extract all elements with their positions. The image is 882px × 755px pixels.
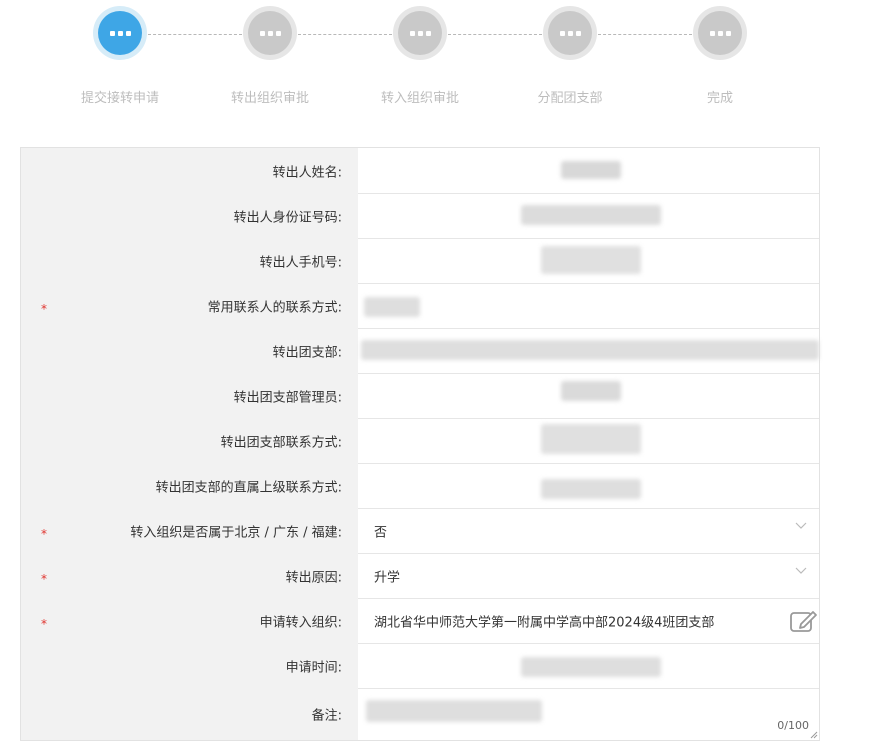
dots-icon xyxy=(709,30,731,36)
step-4-indicator xyxy=(543,6,597,60)
select-value: 否 xyxy=(374,525,388,540)
step-connector xyxy=(598,34,692,35)
field-label: 转出人手机号: xyxy=(259,255,342,270)
step-4-label: 分配团支部 xyxy=(537,91,603,106)
step-5-label: 完成 xyxy=(706,91,733,106)
form-row-branch: 转出团支部: xyxy=(21,328,819,374)
redacted-value xyxy=(361,340,819,360)
field-label: 申请时间: xyxy=(285,660,342,675)
dots-icon xyxy=(109,30,131,36)
target-org-value: 湖北省华中师范大学第一附属中学高中部2024级4班团支部 xyxy=(374,615,715,630)
field-label: 转出团支部的直属上级联系方式: xyxy=(155,480,342,495)
form-row-remark: 备注: 0/100 xyxy=(21,688,819,740)
step-connector xyxy=(298,34,392,35)
dots-icon xyxy=(259,30,281,36)
form-row-branch-contact: 转出团支部联系方式: xyxy=(21,418,819,464)
target-org-picker[interactable]: 湖北省华中师范大学第一附属中学高中部2024级4班团支部 xyxy=(358,598,819,643)
field-label: 备注: xyxy=(311,708,342,724)
field-label: 转入组织是否属于北京 / 广东 / 福建: xyxy=(130,525,342,540)
superior-contact-value xyxy=(358,463,819,508)
select-value: 升学 xyxy=(374,570,401,585)
step-connector xyxy=(448,34,542,35)
edit-icon[interactable] xyxy=(789,607,819,635)
step-1-label: 提交接转申请 xyxy=(80,91,159,106)
remark-textarea[interactable]: 0/100 xyxy=(358,688,819,740)
redacted-value xyxy=(521,657,661,677)
field-label: 常用联系人的联系方式: xyxy=(207,300,342,315)
field-label: 转出人身份证号码: xyxy=(233,210,342,225)
required-mark: * xyxy=(41,301,47,316)
form-row-target-org: * 申请转入组织: 湖北省华中师范大学第一附属中学高中部2024级4班团支部 xyxy=(21,598,819,644)
form-row-reason: * 转出原因: 升学 xyxy=(21,553,819,599)
step-2-indicator xyxy=(243,6,297,60)
step-1-indicator xyxy=(93,6,147,60)
form-row-phone: 转出人手机号: xyxy=(21,238,819,284)
step-2-label: 转出组织审批 xyxy=(230,91,309,106)
form-row-branch-admin: 转出团支部管理员: xyxy=(21,373,819,419)
apply-time-value xyxy=(358,643,819,688)
field-label: 转出团支部联系方式: xyxy=(220,435,342,450)
redacted-value xyxy=(561,161,621,179)
field-label: 转出团支部: xyxy=(272,345,342,360)
form-row-region: * 转入组织是否属于北京 / 广东 / 福建: 否 xyxy=(21,508,819,554)
redacted-value xyxy=(561,381,621,401)
dots-icon xyxy=(559,30,581,36)
transfer-person-name-value xyxy=(358,148,819,193)
char-counter: 0/100 xyxy=(777,719,809,732)
contact-method-input[interactable] xyxy=(358,283,819,328)
required-mark: * xyxy=(41,616,47,631)
transfer-person-phone-value xyxy=(358,238,819,283)
step-3-indicator xyxy=(393,6,447,60)
form-row-name: 转出人姓名: xyxy=(21,148,819,194)
step-connector xyxy=(148,34,242,35)
step-5-indicator xyxy=(693,6,747,60)
required-mark: * xyxy=(41,571,47,586)
redacted-value xyxy=(366,700,542,722)
branch-contact-value xyxy=(358,418,819,463)
branch-admin-value xyxy=(358,373,819,418)
chevron-down-icon[interactable] xyxy=(795,521,807,531)
field-label: 申请转入组织: xyxy=(259,615,342,630)
transfer-application-form: 转出人姓名: 转出人身份证号码: 转出人手机号: * 常用联系人的联系方式: 转… xyxy=(20,147,820,741)
field-label: 转出原因: xyxy=(285,570,342,585)
region-select[interactable]: 否 xyxy=(358,508,819,553)
redacted-value xyxy=(364,297,420,317)
form-row-apply-time: 申请时间: xyxy=(21,643,819,689)
transfer-branch-value xyxy=(358,328,819,373)
form-row-contact: * 常用联系人的联系方式: xyxy=(21,283,819,329)
redacted-value xyxy=(521,205,661,225)
dots-icon xyxy=(409,30,431,36)
progress-stepper: 提交接转申请 转出组织审批 转入组织审批 分配团支部 完成 xyxy=(0,0,882,120)
resize-handle-icon[interactable] xyxy=(810,731,818,739)
transfer-person-id-value xyxy=(358,193,819,238)
step-3-label: 转入组织审批 xyxy=(380,91,459,106)
field-label: 转出人姓名: xyxy=(272,165,342,180)
form-row-superior-contact: 转出团支部的直属上级联系方式: xyxy=(21,463,819,509)
chevron-down-icon[interactable] xyxy=(795,566,807,576)
redacted-value xyxy=(541,246,641,274)
redacted-value xyxy=(541,479,641,499)
required-mark: * xyxy=(41,526,47,541)
field-label: 转出团支部管理员: xyxy=(233,390,342,405)
reason-select[interactable]: 升学 xyxy=(358,553,819,598)
redacted-value xyxy=(541,424,641,454)
form-row-id-number: 转出人身份证号码: xyxy=(21,193,819,239)
